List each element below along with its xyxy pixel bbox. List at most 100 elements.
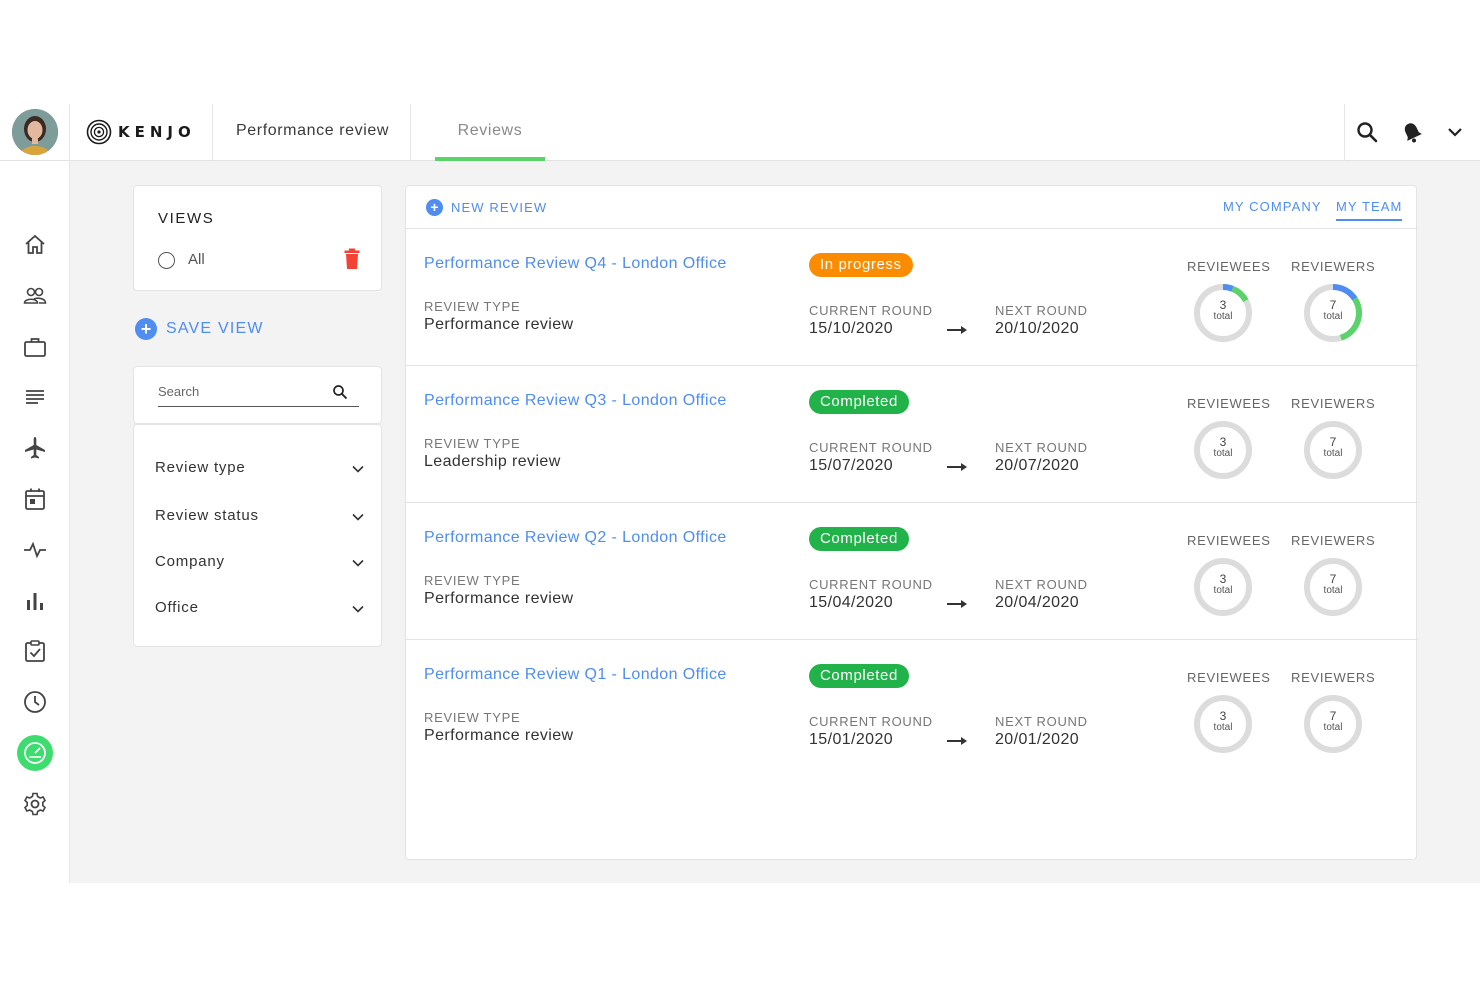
- filter-company[interactable]: Company: [155, 553, 365, 575]
- review-row[interactable]: Performance Review Q1 - London Office RE…: [406, 640, 1418, 777]
- next-round-label: NEXT ROUND: [995, 714, 1088, 729]
- clock-icon[interactable]: [22, 689, 48, 715]
- filters-card: Review type Review status Company Office: [133, 424, 382, 647]
- reviews-panel: + NEW REVIEW MY COMPANY MY TEAM Performa…: [405, 185, 1418, 860]
- review-title-link[interactable]: Performance Review Q1 - London Office: [424, 666, 727, 684]
- notification-bell-icon[interactable]: [1400, 120, 1424, 144]
- reviewers-label: REVIEWERS: [1291, 259, 1376, 274]
- reviewees-donut[interactable]: 3 total: [1193, 283, 1253, 343]
- reviewees-label: REVIEWEES: [1187, 259, 1271, 274]
- reviewees-donut[interactable]: 3 total: [1193, 420, 1253, 480]
- divider: [410, 104, 411, 161]
- search-input[interactable]: Search: [158, 384, 199, 399]
- chevron-down-icon[interactable]: [1443, 120, 1467, 144]
- review-title-link[interactable]: Performance Review Q2 - London Office: [424, 529, 727, 547]
- bar-chart-icon[interactable]: [22, 588, 48, 614]
- review-row[interactable]: Performance Review Q4 - London Office RE…: [406, 229, 1418, 366]
- review-type-value: Performance review: [424, 727, 574, 744]
- reviewers-donut[interactable]: 7 total: [1303, 420, 1363, 480]
- filter-label: Review status: [155, 507, 259, 524]
- reviewees-donut[interactable]: 3 total: [1193, 694, 1253, 754]
- total-label: total: [1323, 722, 1343, 733]
- sidebar: [0, 161, 70, 883]
- filter-review-status[interactable]: Review status: [155, 507, 365, 529]
- reviewees-donut[interactable]: 3 total: [1193, 557, 1253, 617]
- review-title-link[interactable]: Performance Review Q3 - London Office: [424, 392, 727, 410]
- next-round-label: NEXT ROUND: [995, 577, 1088, 592]
- trash-icon[interactable]: [343, 248, 361, 270]
- people-icon[interactable]: [22, 283, 48, 309]
- filter-office[interactable]: Office: [155, 599, 365, 621]
- calendar-icon[interactable]: [22, 486, 48, 512]
- filter-review-type[interactable]: Review type: [155, 459, 365, 481]
- save-view-label: SAVE VIEW: [166, 320, 264, 337]
- document-icon[interactable]: [22, 384, 48, 410]
- kenjo-logo[interactable]: KENJO: [86, 118, 196, 146]
- new-review-button[interactable]: + NEW REVIEW: [426, 199, 547, 216]
- review-row[interactable]: Performance Review Q3 - London Office RE…: [406, 366, 1418, 503]
- reviewees-label: REVIEWEES: [1187, 396, 1271, 411]
- reviews-toolbar: + NEW REVIEW MY COMPANY MY TEAM: [406, 186, 1418, 229]
- filter-label: Office: [155, 599, 199, 616]
- reviewers-label: REVIEWERS: [1291, 533, 1376, 548]
- view-all-label[interactable]: All: [188, 251, 205, 268]
- performance-gauge-icon[interactable]: [17, 735, 53, 771]
- status-badge: Completed: [809, 527, 909, 551]
- reviewers-donut[interactable]: 7 total: [1303, 694, 1363, 754]
- arrow-right-icon: [947, 737, 967, 745]
- review-title-link[interactable]: Performance Review Q4 - London Office: [424, 255, 727, 273]
- divider: [212, 104, 213, 161]
- briefcase-icon[interactable]: [22, 334, 48, 360]
- search-card: Search: [133, 366, 382, 424]
- chevron-down-icon: [352, 513, 364, 521]
- plane-icon[interactable]: [22, 435, 48, 461]
- search-icon[interactable]: [1355, 120, 1379, 144]
- plus-icon: +: [426, 199, 443, 216]
- total-label: total: [1213, 311, 1233, 322]
- review-row[interactable]: Performance Review Q2 - London Office RE…: [406, 503, 1418, 640]
- reviewers-label: REVIEWERS: [1291, 396, 1376, 411]
- views-title: VIEWS: [158, 210, 215, 227]
- status-badge: In progress: [809, 253, 913, 277]
- fingerprint-logo-icon: [86, 119, 112, 145]
- review-type-value: Performance review: [424, 590, 574, 607]
- current-round-label: CURRENT ROUND: [809, 303, 933, 318]
- view-all-radio[interactable]: [158, 252, 175, 269]
- reviewees-label: REVIEWEES: [1187, 533, 1271, 548]
- pulse-icon[interactable]: [22, 537, 48, 563]
- current-round-value: 15/01/2020: [809, 731, 894, 748]
- search-icon[interactable]: [332, 384, 348, 400]
- reviewers-donut[interactable]: 7 total: [1303, 557, 1363, 617]
- total-label: total: [1213, 585, 1233, 596]
- reviewers-label: REVIEWERS: [1291, 670, 1376, 685]
- tab-reviews[interactable]: Reviews: [435, 104, 545, 161]
- chevron-down-icon: [352, 465, 364, 473]
- next-round-value: 20/07/2020: [995, 457, 1080, 474]
- avatar[interactable]: [12, 109, 58, 155]
- module-title[interactable]: Performance review: [236, 122, 389, 140]
- current-round-value: 15/04/2020: [809, 594, 894, 611]
- app-shell: KENJO Performance review Reviews VIEWS A…: [0, 104, 1480, 883]
- next-round-value: 20/01/2020: [995, 731, 1080, 748]
- status-badge: Completed: [809, 390, 909, 414]
- current-round-label: CURRENT ROUND: [809, 714, 933, 729]
- gear-icon[interactable]: [22, 791, 48, 817]
- review-type-value: Leadership review: [424, 453, 561, 470]
- filter-label: Review type: [155, 459, 246, 476]
- tab-my-company[interactable]: MY COMPANY: [1223, 199, 1322, 214]
- checklist-icon[interactable]: [22, 638, 48, 664]
- next-round-value: 20/10/2020: [995, 320, 1080, 337]
- tab-my-team[interactable]: MY TEAM: [1336, 199, 1403, 221]
- chevron-down-icon: [352, 605, 364, 613]
- total-label: total: [1213, 722, 1233, 733]
- reviewers-donut[interactable]: 7 total: [1303, 283, 1363, 343]
- next-round-label: NEXT ROUND: [995, 440, 1088, 455]
- chevron-down-icon: [352, 559, 364, 567]
- total-label: total: [1323, 448, 1343, 459]
- avatar-container: [0, 104, 70, 161]
- plus-icon: +: [135, 318, 157, 340]
- save-view-button[interactable]: + SAVE VIEW: [135, 318, 264, 340]
- home-icon[interactable]: [22, 232, 48, 258]
- next-round-label: NEXT ROUND: [995, 303, 1088, 318]
- search-underline: [158, 406, 359, 407]
